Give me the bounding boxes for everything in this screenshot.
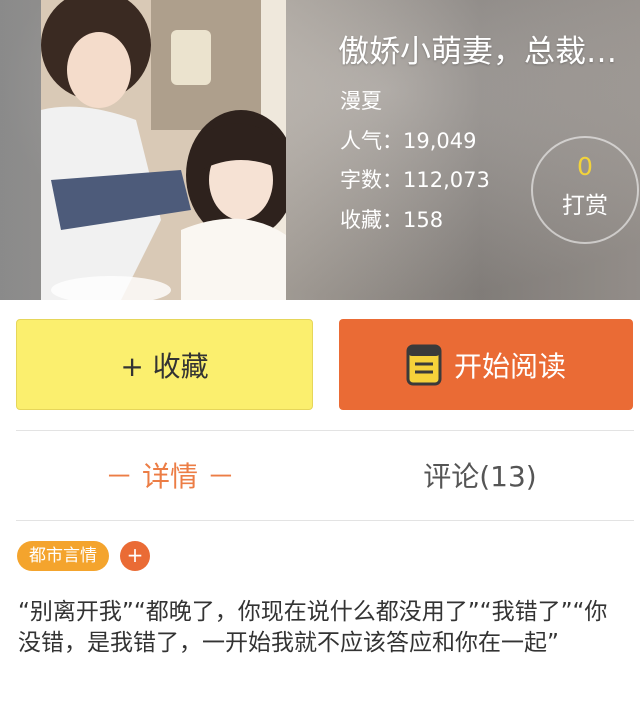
- book-title: 傲娇小萌妻，总裁…: [338, 34, 617, 70]
- divider: [16, 520, 634, 521]
- word-count-stat: 字数：112,073: [340, 168, 490, 192]
- book-icon: [406, 344, 442, 385]
- book-header: 傲娇小萌妻，总裁… 漫夏 人气：19,049 字数：112,073 收藏：158…: [0, 0, 640, 300]
- divider: [16, 430, 634, 431]
- reward-label: 打赏: [562, 193, 608, 219]
- genre-tag[interactable]: 都市言情: [17, 541, 109, 571]
- reward-button[interactable]: 0 打赏: [531, 136, 639, 244]
- start-reading-label: 开始阅读: [453, 349, 566, 383]
- start-reading-button[interactable]: 开始阅读: [339, 319, 633, 410]
- book-info: 傲娇小萌妻，总裁… 漫夏 人气：19,049 字数：112,073 收藏：158…: [338, 0, 640, 300]
- tab-comments[interactable]: 评论(13): [400, 455, 560, 499]
- popularity-stat: 人气：19,049: [340, 129, 477, 153]
- book-cover-image[interactable]: [41, 0, 286, 300]
- add-to-favorites-button[interactable]: + 收藏: [16, 319, 313, 410]
- favorites-stat: 收藏：158: [340, 208, 444, 232]
- tab-detail[interactable]: － 详情 －: [100, 455, 240, 499]
- reward-count: 0: [577, 152, 593, 181]
- add-tag-button[interactable]: +: [120, 541, 150, 571]
- book-author[interactable]: 漫夏: [340, 86, 382, 116]
- book-description: “别离开我”“都晚了，你现在说什么都没用了”“我错了”“你没错，是我错了，一开始…: [18, 599, 608, 656]
- add-to-favorites-label: + 收藏: [120, 349, 209, 383]
